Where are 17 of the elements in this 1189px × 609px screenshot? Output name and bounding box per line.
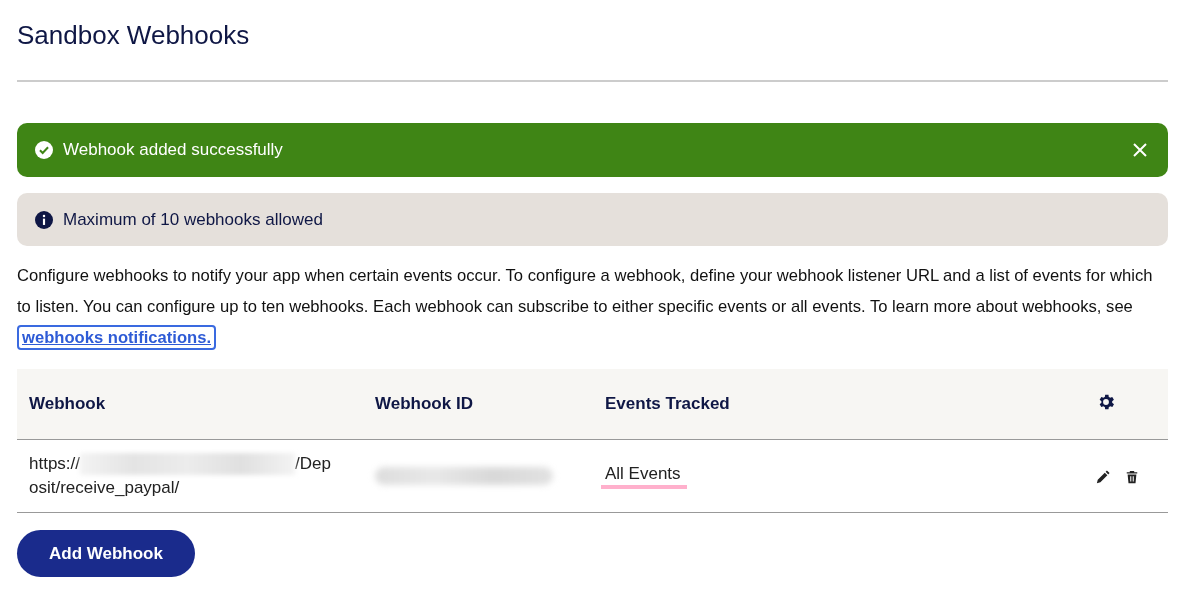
events-text: All Events bbox=[601, 463, 687, 489]
edit-icon[interactable] bbox=[1096, 469, 1110, 484]
check-circle-icon bbox=[35, 141, 53, 159]
url-text: osit/receive_paypal/ bbox=[29, 477, 180, 499]
alert-message: Maximum of 10 webhooks allowed bbox=[63, 209, 323, 230]
info-icon bbox=[35, 210, 53, 229]
column-header: Events Tracked bbox=[593, 369, 1084, 440]
add-webhook-button[interactable]: Add Webhook bbox=[17, 530, 195, 577]
webhooks-notifications-link[interactable]: webhooks notifications. bbox=[17, 325, 216, 350]
url-text: /Dep bbox=[295, 453, 331, 475]
description-paragraph: Configure webhooks to notify your app when certain events occur. To configure a webhook, define your webhook listener URL and a list of events for which to listen. You can configure up to ten webhooks. Each webhook can subscribe to either specific events or all events. To learn more about webhooks, see webhooks notifications. bbox=[17, 260, 1168, 353]
page-title: Sandbox Webhooks bbox=[17, 19, 250, 51]
url-text: https:// bbox=[29, 453, 81, 475]
delete-icon[interactable] bbox=[1124, 468, 1139, 485]
column-header: Webhook ID bbox=[363, 369, 593, 440]
alert-message: Webhook added successfully bbox=[63, 140, 283, 160]
column-header: Webhook bbox=[17, 369, 363, 440]
